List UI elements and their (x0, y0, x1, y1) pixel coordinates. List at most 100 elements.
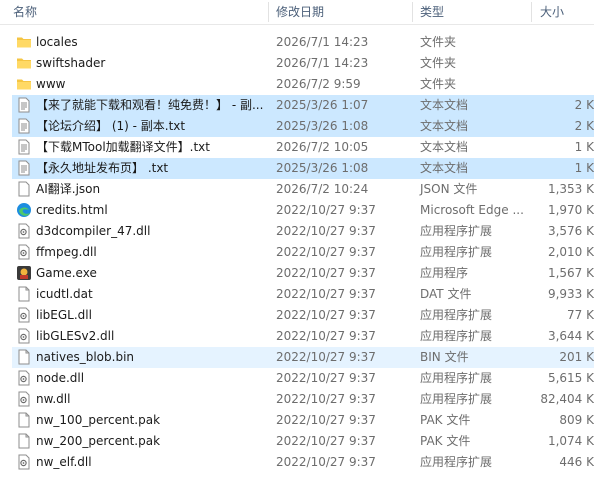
column-divider[interactable] (531, 2, 532, 22)
file-row[interactable]: 【论坛介绍】 (1) - 副本.txt 2025/3/26 1:08 文本文档 2 K (12, 116, 594, 137)
file-type: 应用程序扩展 (420, 245, 493, 259)
file-date: 2022/10/27 9:37 (276, 413, 376, 427)
file-row[interactable]: AI翻译.json 2026/7/2 10:24 JSON 文件 1,353 K (12, 179, 594, 200)
file-size: 77 K (567, 308, 594, 322)
file-name: swiftshader (36, 56, 106, 70)
file-row[interactable]: nw.dll 2022/10/27 9:37 应用程序扩展 82,404 K (12, 389, 594, 410)
file-name: icudtl.dat (36, 287, 93, 301)
folder-icon (16, 34, 32, 50)
json-file-icon (16, 181, 32, 197)
file-size: 1,074 K (547, 434, 594, 448)
file-date: 2022/10/27 9:37 (276, 392, 376, 406)
dll-file-icon (16, 307, 32, 323)
file-name: credits.html (36, 203, 108, 217)
column-header-bar: 名称 ^ 修改日期 类型 大小 (0, 0, 594, 25)
file-size: 446 K (559, 455, 594, 469)
blank-file-icon (16, 433, 32, 449)
file-date: 2022/10/27 9:37 (276, 287, 376, 301)
file-row[interactable]: Game.exe 2022/10/27 9:37 应用程序 1,567 K (12, 263, 594, 284)
file-date: 2022/10/27 9:37 (276, 371, 376, 385)
file-row[interactable]: 【下载MTool加载翻译文件】.txt 2026/7/2 10:05 文本文档 1 K (12, 137, 594, 158)
folder-icon (16, 76, 32, 92)
file-date: 2025/3/26 1:07 (276, 98, 369, 112)
file-date: 2026/7/1 14:23 (276, 35, 369, 49)
file-size: 2,010 K (547, 245, 594, 259)
file-type: 文本文档 (420, 98, 469, 112)
dll-file-icon (16, 391, 32, 407)
text-file-icon (16, 139, 32, 155)
file-size: 9,933 K (547, 287, 594, 301)
file-type: 应用程序 (420, 266, 469, 280)
file-size: 2 K (574, 119, 594, 133)
dll-file-icon (16, 370, 32, 386)
dll-file-icon (16, 244, 32, 260)
file-row[interactable]: 【永久地址发布页】 .txt 2025/3/26 1:08 文本文档 1 K (12, 158, 594, 179)
file-date: 2026/7/2 10:24 (276, 182, 369, 196)
file-date: 2026/7/1 14:23 (276, 56, 369, 70)
file-name: 【论坛介绍】 (1) - 副本.txt (36, 119, 186, 133)
file-row[interactable]: d3dcompiler_47.dll 2022/10/27 9:37 应用程序扩展 3… (12, 221, 594, 242)
file-size: 5,615 K (547, 371, 594, 385)
file-row[interactable]: ffmpeg.dll 2022/10/27 9:37 应用程序扩展 2,010 K (12, 242, 594, 263)
file-row[interactable]: nw_elf.dll 2022/10/27 9:37 应用程序扩展 446 K (12, 452, 594, 473)
file-size: 2 K (574, 98, 594, 112)
file-type: 文本文档 (420, 140, 469, 154)
file-row[interactable]: 【来了就能下载和观看！纯免费！】 - 副... 2025/3/26 1:07 文本文… (12, 95, 594, 116)
dll-file-icon (16, 328, 32, 344)
file-size: 1,353 K (547, 182, 594, 196)
file-type: 应用程序扩展 (420, 308, 493, 322)
sort-ascending-icon: ^ (134, 0, 142, 7)
file-size: 3,576 K (547, 224, 594, 238)
file-row[interactable]: credits.html 2022/10/27 9:37 Microsoft Edg… (12, 200, 594, 221)
text-file-icon (16, 118, 32, 134)
file-size: 809 K (559, 413, 594, 427)
file-name: 【永久地址发布页】 .txt (36, 161, 169, 175)
file-type: 应用程序扩展 (420, 392, 493, 406)
file-row[interactable]: libGLESv2.dll 2022/10/27 9:37 应用程序扩展 3,644 … (12, 326, 594, 347)
file-type: BIN 文件 (420, 350, 469, 364)
file-size: 201 K (559, 350, 594, 364)
file-name: 【下载MTool加载翻译文件】.txt (36, 140, 210, 154)
column-header-type[interactable]: 类型 (420, 0, 444, 24)
file-date: 2026/7/2 9:59 (276, 77, 361, 91)
file-row[interactable]: icudtl.dat 2022/10/27 9:37 DAT 文件 9,933 K (12, 284, 594, 305)
column-header-size[interactable]: 大小 (540, 0, 564, 24)
file-type: 文本文档 (420, 119, 469, 133)
file-row[interactable]: nw_200_percent.pak 2022/10/27 9:37 PAK 文件 1… (12, 431, 594, 452)
file-row[interactable]: natives_blob.bin 2022/10/27 9:37 BIN 文件 201… (12, 347, 594, 368)
file-row[interactable]: libEGL.dll 2022/10/27 9:37 应用程序扩展 77 K (12, 305, 594, 326)
file-size: 1,970 K (547, 203, 594, 217)
file-name: Game.exe (36, 266, 97, 280)
file-type: 文件夹 (420, 56, 457, 70)
file-size: 3,644 K (547, 329, 594, 343)
dll-file-icon (16, 454, 32, 470)
file-row[interactable]: swiftshader 2026/7/1 14:23 文件夹 (12, 53, 594, 74)
file-name: locales (36, 35, 78, 49)
file-date: 2025/3/26 1:08 (276, 119, 369, 133)
file-type: 文本文档 (420, 161, 469, 175)
file-row[interactable]: nw_100_percent.pak 2022/10/27 9:37 PAK 文件 8… (12, 410, 594, 431)
file-name: node.dll (36, 371, 85, 385)
file-date: 2022/10/27 9:37 (276, 350, 376, 364)
blank-file-icon (16, 286, 32, 302)
file-type: PAK 文件 (420, 434, 471, 448)
file-row[interactable]: www 2026/7/2 9:59 文件夹 (12, 74, 594, 95)
file-row[interactable]: node.dll 2022/10/27 9:37 应用程序扩展 5,615 K (12, 368, 594, 389)
column-header-date[interactable]: 修改日期 (276, 0, 324, 24)
file-row[interactable]: locales 2026/7/1 14:23 文件夹 (12, 32, 594, 53)
file-date: 2022/10/27 9:37 (276, 455, 376, 469)
folder-icon (16, 55, 32, 71)
file-name: d3dcompiler_47.dll (36, 224, 151, 238)
text-file-icon (16, 160, 32, 176)
file-type: 文件夹 (420, 35, 457, 49)
file-name: AI翻译.json (36, 182, 101, 196)
column-header-name[interactable]: 名称 (13, 0, 37, 24)
file-date: 2022/10/27 9:37 (276, 434, 376, 448)
file-type: 应用程序扩展 (420, 371, 493, 385)
column-divider[interactable] (268, 2, 269, 22)
file-name: nw.dll (36, 392, 71, 406)
file-type: 文件夹 (420, 77, 457, 91)
edge-icon (16, 202, 32, 218)
file-date: 2022/10/27 9:37 (276, 245, 376, 259)
column-divider[interactable] (412, 2, 413, 22)
